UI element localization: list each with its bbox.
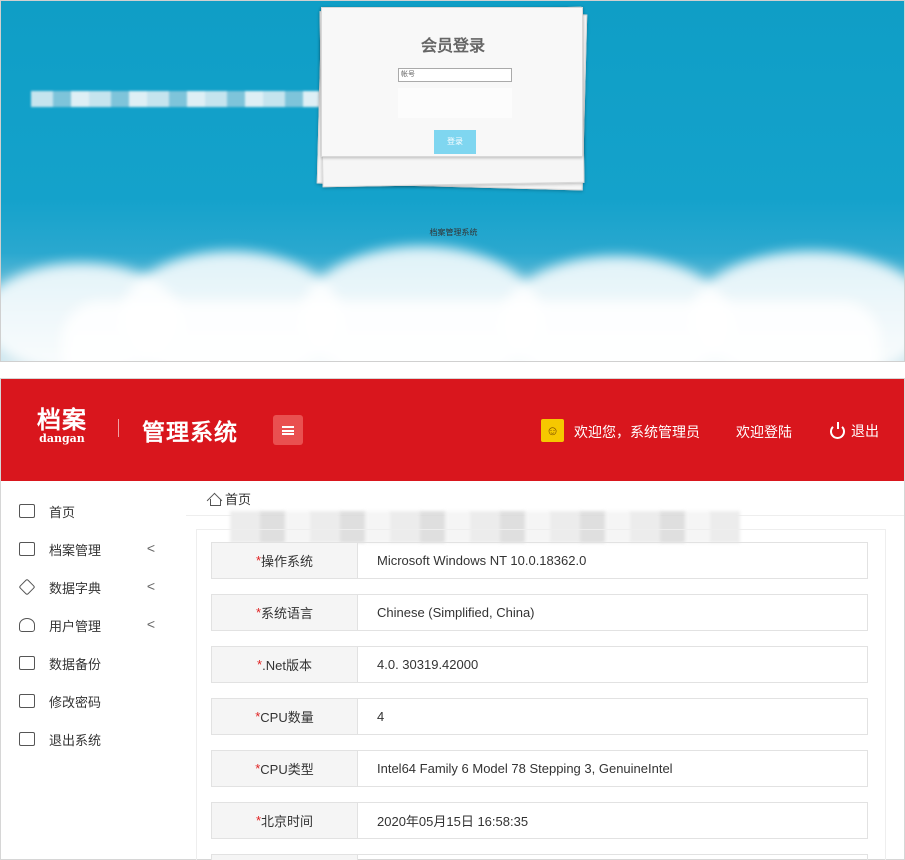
login-form: 会员登录 帐号 登录 — [321, 7, 583, 157]
password-icon — [19, 694, 35, 708]
info-value: 4.0. 30319.42000 — [377, 657, 479, 672]
admin-screen: 档案 dangan 管理系统 ☺ 欢迎您，系统管理员 欢迎登陆 退出 首页 档案… — [0, 378, 905, 860]
logo: 档案 dangan — [31, 407, 93, 445]
divider — [118, 419, 119, 437]
info-value: 4 — [377, 709, 385, 724]
table-row: * 北京时间 2020年05月15日 16:58:35 — [211, 802, 868, 839]
sidebar-item-label: 用户管理 — [49, 618, 102, 634]
welcome-user-text[interactable]: 欢迎您，系统管理员 — [574, 422, 700, 442]
archive-icon — [19, 542, 35, 556]
menu-toggle-button[interactable] — [273, 415, 303, 445]
table-row: * CPU数量 4 — [211, 698, 868, 735]
info-label: * 北京时间 — [212, 803, 358, 838]
info-label: * CPU类型 — [212, 751, 358, 786]
breadcrumb-home[interactable]: 首页 — [225, 489, 251, 508]
tag-icon — [18, 578, 36, 596]
sidebar-item-exit[interactable]: 退出系统 — [19, 727, 169, 751]
info-label-text: 北京时间 — [261, 814, 314, 829]
account-input[interactable]: 帐号 — [398, 68, 512, 82]
info-value: Intel64 Family 6 Model 78 Stepping 3, Ge… — [377, 761, 673, 776]
table-row — [211, 854, 868, 860]
logo-text: 档案 — [37, 405, 87, 434]
logout-label: 退出 — [851, 423, 879, 439]
backup-icon — [19, 656, 35, 670]
info-label: * CPU数量 — [212, 699, 358, 734]
info-label-text: .Net版本 — [262, 658, 312, 673]
sidebar-item-label: 修改密码 — [49, 694, 102, 710]
exit-icon — [19, 732, 35, 746]
sidebar-item-users[interactable]: 用户管理 < — [19, 613, 169, 637]
cloud-decoration — [61, 301, 881, 361]
table-row: * CPU类型 Intel64 Family 6 Model 78 Steppin… — [211, 750, 868, 787]
chevron-left-icon: < — [146, 616, 155, 632]
info-value — [358, 855, 867, 860]
sidebar-item-label: 首页 — [49, 504, 76, 520]
info-value: Chinese (Simplified, China) — [377, 605, 535, 620]
sidebar-item-archive[interactable]: 档案管理 < — [19, 537, 169, 561]
main-content: 首页 * 操作系统 Microsoft Windows NT 10.0.18362… — [186, 481, 904, 860]
chevron-left-icon: < — [146, 578, 155, 594]
info-value: 2020年05月15日 16:58:35 — [377, 814, 529, 829]
info-label-text: CPU类型 — [260, 762, 314, 777]
info-label: * 操作系统 — [212, 543, 358, 578]
info-label — [212, 855, 358, 860]
sidebar-item-label: 退出系统 — [49, 732, 102, 748]
info-label: * .Net版本 — [212, 647, 358, 682]
login-button[interactable]: 登录 — [434, 130, 476, 154]
sidebar-item-backup[interactable]: 数据备份 — [19, 651, 169, 675]
system-info-panel: * 操作系统 Microsoft Windows NT 10.0.18362.0 … — [196, 529, 886, 860]
logo-subtext: dangan — [39, 432, 85, 445]
sidebar-item-label: 档案管理 — [49, 542, 102, 558]
user-icon — [19, 618, 35, 632]
sidebar-item-password[interactable]: 修改密码 — [19, 689, 169, 713]
login-title: 会员登录 — [420, 38, 485, 55]
sidebar-item-label: 数据备份 — [49, 656, 102, 672]
info-label-text: CPU数量 — [260, 710, 314, 725]
welcome-login-link[interactable]: 欢迎登陆 — [736, 422, 792, 442]
dashboard-icon — [19, 504, 35, 518]
info-value: Microsoft Windows NT 10.0.18362.0 — [377, 553, 587, 568]
header-bar: 档案 dangan 管理系统 ☺ 欢迎您，系统管理员 欢迎登陆 退出 — [1, 379, 904, 481]
info-label: * 系统语言 — [212, 595, 358, 630]
password-input[interactable] — [398, 88, 512, 118]
logout-button[interactable]: 退出 — [830, 421, 879, 441]
avatar[interactable]: ☺ — [541, 419, 564, 442]
table-row: * 操作系统 Microsoft Windows NT 10.0.18362.0 — [211, 542, 868, 579]
login-card: 会员登录 帐号 登录 — [316, 5, 588, 191]
sidebar-item-label: 数据字典 — [49, 580, 102, 596]
login-screen: 会员登录 帐号 登录 档案管理系统 — [0, 0, 905, 362]
table-row: * 系统语言 Chinese (Simplified, China) — [211, 594, 868, 631]
power-icon — [830, 421, 845, 439]
sidebar: 首页 档案管理 < 数据字典 < 用户管理 < 数据备份 修改密码 退出系统 — [1, 481, 186, 860]
info-label-text: 操作系统 — [261, 554, 314, 569]
hamburger-icon — [282, 425, 294, 435]
sidebar-item-home[interactable]: 首页 — [19, 499, 169, 523]
breadcrumb: 首页 — [208, 489, 251, 508]
table-row: * .Net版本 4.0. 30319.42000 — [211, 646, 868, 683]
info-label-text: 系统语言 — [261, 606, 314, 621]
system-title: 管理系统 — [142, 419, 238, 445]
sidebar-item-dictionary[interactable]: 数据字典 < — [18, 575, 169, 599]
login-footer: 档案管理系统 — [429, 228, 478, 237]
chevron-left-icon: < — [146, 540, 155, 556]
home-icon — [208, 493, 221, 506]
